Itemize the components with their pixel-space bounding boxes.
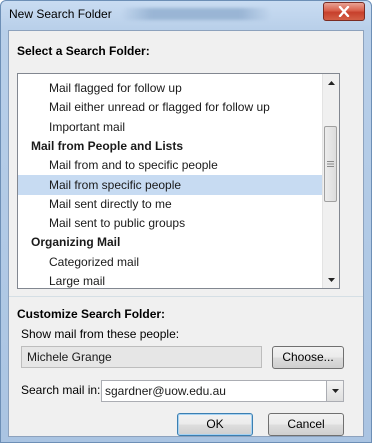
list-item[interactable]: Mail flagged for follow up: [18, 78, 322, 98]
close-button[interactable]: [323, 2, 365, 21]
people-field: Michele Grange: [21, 346, 262, 368]
arrow-up-icon: [327, 80, 335, 85]
customize-search-folder-label: Customize Search Folder:: [17, 307, 166, 321]
list-item[interactable]: Mail sent to public groups: [18, 213, 322, 233]
choose-button[interactable]: Choose...: [272, 346, 344, 369]
new-search-folder-dialog: New Search Folder Select a Search Folder…: [0, 0, 372, 443]
cancel-button[interactable]: Cancel: [268, 413, 344, 436]
grip-icon: [327, 161, 334, 167]
section-divider: [9, 296, 363, 297]
search-folder-list-items: Mail flagged for follow up Mail either un…: [18, 74, 322, 288]
list-item[interactable]: Mail from specific people: [18, 174, 322, 195]
dropdown-button[interactable]: [326, 381, 343, 401]
scroll-up-button[interactable]: [323, 74, 339, 91]
close-icon: [338, 6, 350, 17]
search-folder-list[interactable]: Mail flagged for follow up Mail either un…: [17, 73, 340, 289]
list-item[interactable]: Mail sent directly to me: [18, 194, 322, 214]
list-item[interactable]: Mail from and to specific people: [18, 155, 322, 175]
list-group-header: Organizing Mail: [31, 235, 121, 250]
people-label: Show mail from these people:: [21, 327, 180, 341]
title-bar[interactable]: New Search Folder: [1, 1, 371, 29]
search-mail-in-label: Search mail in:: [21, 383, 101, 397]
list-item[interactable]: Large mail: [18, 271, 322, 288]
list-item[interactable]: Important mail: [18, 117, 322, 137]
dialog-body: Select a Search Folder: Mail flagged for…: [8, 30, 364, 437]
blurred-title-region: [121, 8, 271, 20]
search-mail-in-value: sgardner@uow.edu.au: [105, 384, 226, 398]
list-scrollbar[interactable]: [322, 74, 339, 288]
arrow-down-icon: [327, 277, 335, 282]
list-item[interactable]: Categorized mail: [18, 252, 322, 272]
list-group-header: Mail from People and Lists: [31, 138, 184, 153]
scroll-down-button[interactable]: [323, 271, 339, 288]
select-search-folder-label: Select a Search Folder:: [17, 44, 150, 58]
chevron-down-icon: [331, 389, 339, 393]
list-item[interactable]: Mail either unread or flagged for follow…: [18, 97, 322, 117]
search-mail-in-select[interactable]: sgardner@uow.edu.au: [101, 380, 344, 402]
scroll-thumb[interactable]: [324, 126, 337, 202]
ok-button[interactable]: OK: [177, 413, 253, 436]
window-title: New Search Folder: [9, 7, 112, 21]
